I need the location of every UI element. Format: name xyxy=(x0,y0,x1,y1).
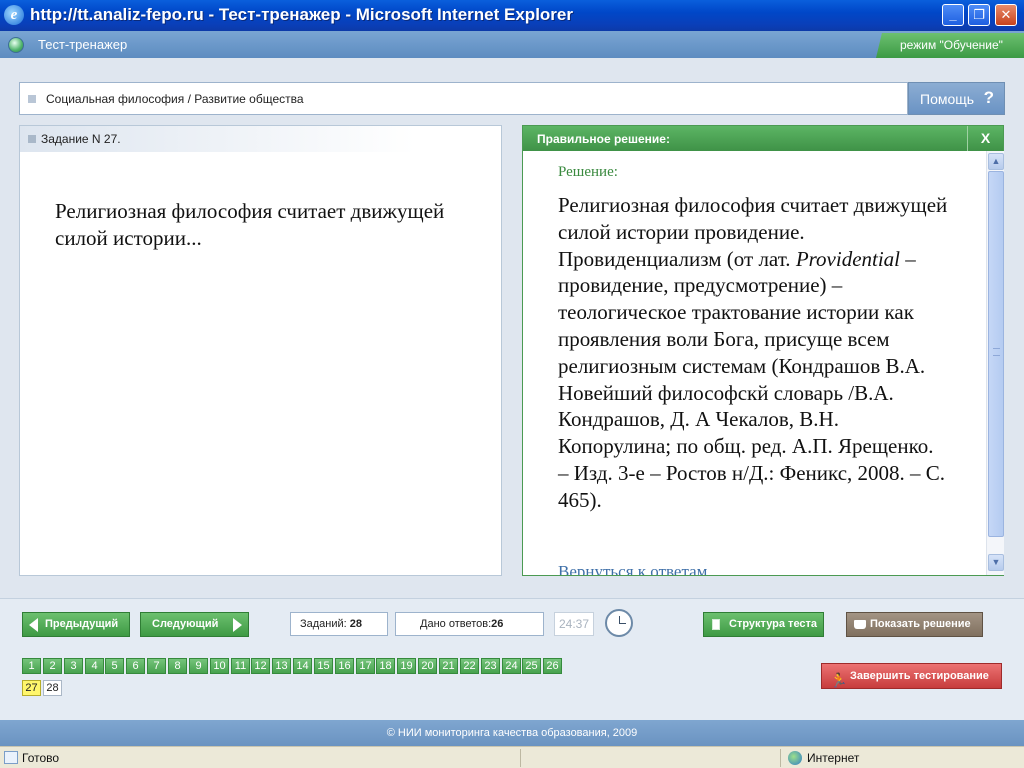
show-solution-label: Показать решение xyxy=(870,618,971,630)
task-panel: Задание N 27. Религиозная философия счит… xyxy=(19,125,502,576)
previous-button[interactable]: Предыдущий xyxy=(22,612,130,637)
tasks-label: Заданий: xyxy=(300,618,347,630)
next-label: Следующий xyxy=(152,618,219,630)
task-number-15[interactable]: 15 xyxy=(314,658,333,674)
breadcrumb: Социальная философия / Развитие общества xyxy=(46,92,304,106)
scrollbar-thumb[interactable] xyxy=(988,171,1004,537)
arrow-left-icon xyxy=(29,618,38,632)
task-number-20[interactable]: 20 xyxy=(418,658,437,674)
task-number-1[interactable]: 1 xyxy=(22,658,41,674)
close-window-button[interactable]: ✕ xyxy=(995,4,1017,26)
clock-icon xyxy=(605,609,633,637)
help-button[interactable]: Помощь ? xyxy=(908,82,1005,115)
close-solution-button[interactable]: X xyxy=(967,126,1003,151)
task-number-3[interactable]: 3 xyxy=(64,658,83,674)
test-structure-button[interactable]: Структура теста xyxy=(703,612,824,637)
task-number-7[interactable]: 7 xyxy=(147,658,166,674)
structure-label: Структура теста xyxy=(729,618,818,630)
book-icon xyxy=(854,620,866,629)
task-number: Задание N 27. xyxy=(41,132,121,146)
task-number-22[interactable]: 22 xyxy=(460,658,479,674)
breadcrumb-bar: Социальная философия / Развитие общества xyxy=(19,82,908,115)
solution-panel: Правильное решение: X Решение: Религиозн… xyxy=(522,125,1004,576)
solution-text-part2: – провидение, предусмотрение) – теологич… xyxy=(558,246,946,512)
next-button[interactable]: Следующий xyxy=(140,612,249,637)
task-number-19[interactable]: 19 xyxy=(397,658,416,674)
question-text: Религиозная философия считает движущей с… xyxy=(55,199,445,250)
task-number-9[interactable]: 9 xyxy=(189,658,208,674)
maximize-button[interactable]: ❐ xyxy=(968,4,990,26)
running-man-icon: 🏃 xyxy=(830,672,848,688)
task-number-13[interactable]: 13 xyxy=(272,658,291,674)
help-label: Помощь xyxy=(920,91,975,107)
task-number-8[interactable]: 8 xyxy=(168,658,187,674)
finish-test-button[interactable]: 🏃 Завершить тестирование xyxy=(821,663,1002,689)
internet-zone-icon xyxy=(788,751,802,765)
task-number-4[interactable]: 4 xyxy=(85,658,104,674)
task-number-10[interactable]: 10 xyxy=(210,658,229,674)
task-number-16[interactable]: 16 xyxy=(335,658,354,674)
scroll-down-icon[interactable]: ▼ xyxy=(988,554,1004,571)
zone-text: Интернет xyxy=(807,751,860,765)
bullet-square-icon xyxy=(28,135,36,143)
solution-text: Религиозная философия считает движущей с… xyxy=(558,192,948,514)
task-number-23[interactable]: 23 xyxy=(481,658,500,674)
tasks-count: 28 xyxy=(349,618,363,630)
app-header: Тест-тренажер режим "Обучение" xyxy=(0,31,1024,58)
solution-title: Правильное решение: xyxy=(537,132,670,146)
task-header: Задание N 27. xyxy=(20,126,415,152)
status-bar: Готово Интернет xyxy=(0,746,1024,768)
task-number-2[interactable]: 2 xyxy=(43,658,62,674)
minimize-button[interactable]: _ xyxy=(942,4,964,26)
show-solution-button[interactable]: Показать решение xyxy=(846,612,983,637)
arrow-right-icon xyxy=(233,618,242,632)
timer: 24:37 xyxy=(554,612,594,636)
scroll-grip-icon xyxy=(993,348,1000,356)
answers-count: 26 xyxy=(491,618,504,630)
window-titlebar: e http://tt.analiz-fepo.ru - Тест-тренаж… xyxy=(0,0,1024,31)
tasks-counter: Заданий: 28 xyxy=(290,612,388,636)
solution-body: Решение: Религиозная философия считает д… xyxy=(523,151,985,575)
bullet-square-icon xyxy=(28,95,36,103)
task-number-17[interactable]: 17 xyxy=(356,658,375,674)
task-number-24[interactable]: 24 xyxy=(502,658,521,674)
task-number-11[interactable]: 11 xyxy=(231,658,250,674)
footer-copyright: © НИИ мониторинга качества образования, … xyxy=(0,720,1024,746)
question-mark-icon: ? xyxy=(983,88,994,107)
task-number-21[interactable]: 21 xyxy=(439,658,458,674)
solution-text-italic: Providential xyxy=(795,246,901,271)
finish-label: Завершить тестирование xyxy=(850,670,989,682)
solution-subtitle: Решение: xyxy=(558,164,618,180)
app-title: Тест-тренажер xyxy=(38,37,128,52)
task-number-18[interactable]: 18 xyxy=(376,658,395,674)
task-number-12[interactable]: 12 xyxy=(251,658,270,674)
document-icon xyxy=(712,619,720,630)
status-text: Готово xyxy=(22,751,60,765)
back-to-answers-link[interactable]: Вернуться к ответам xyxy=(558,562,707,575)
task-number-28[interactable]: 28 xyxy=(43,680,62,696)
app-logo-icon xyxy=(8,37,24,53)
answers-label: Дано ответов: xyxy=(420,618,492,630)
window-title: http://tt.analiz-fepo.ru - Тест-тренажер… xyxy=(30,5,573,24)
task-number-27[interactable]: 27 xyxy=(22,680,41,696)
task-number-5[interactable]: 5 xyxy=(105,658,124,674)
task-number-6[interactable]: 6 xyxy=(126,658,145,674)
answers-counter: Дано ответов:26 xyxy=(395,612,544,636)
task-number-25[interactable]: 25 xyxy=(522,658,541,674)
previous-label: Предыдущий xyxy=(45,618,119,630)
ie-logo-icon: e xyxy=(4,5,24,25)
mode-badge: режим "Обучение" xyxy=(876,33,1024,58)
scroll-up-icon[interactable]: ▲ xyxy=(988,153,1004,170)
solution-header: Правильное решение: X xyxy=(523,126,1003,151)
page-done-icon xyxy=(4,751,18,764)
task-number-14[interactable]: 14 xyxy=(293,658,312,674)
solution-scrollbar[interactable]: ▲ ▼ xyxy=(986,151,1004,575)
task-number-26[interactable]: 26 xyxy=(543,658,562,674)
